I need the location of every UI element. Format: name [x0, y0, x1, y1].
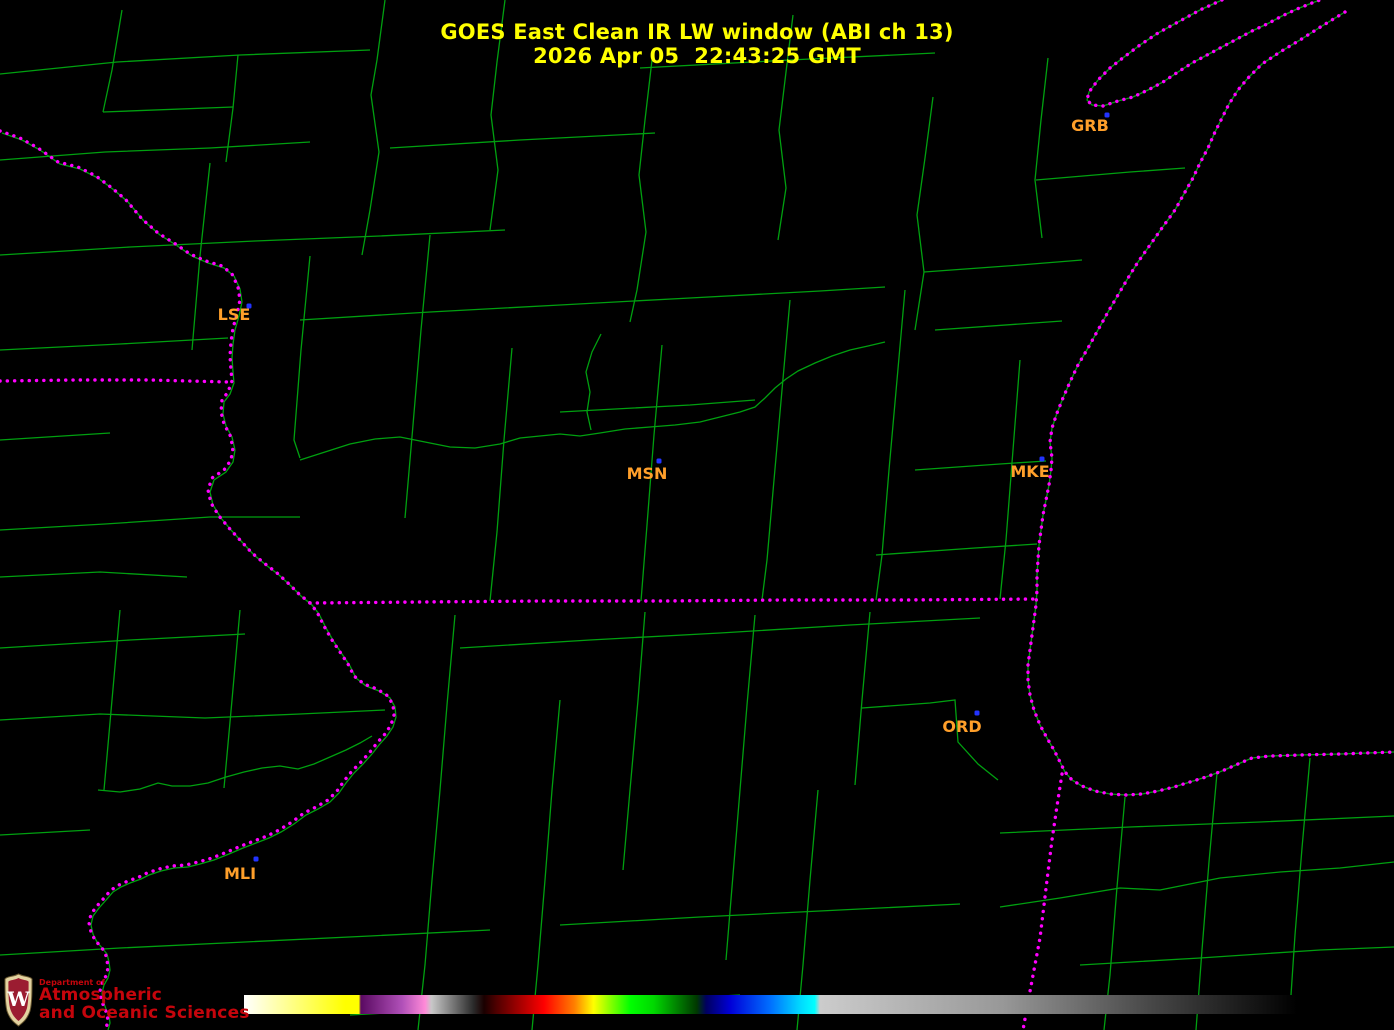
county-boundary-line [0, 829, 91, 836]
county-boundary-line [103, 609, 121, 791]
county-boundary-line [761, 299, 791, 601]
county-boundary-line [531, 699, 561, 1030]
mississippi-river [0, 129, 396, 1030]
county-boundary-line [1035, 167, 1186, 181]
wi-il-border [308, 597, 1039, 605]
station-dot-mli [253, 856, 259, 862]
county-boundary-line [0, 141, 311, 161]
station-dot-mke [1039, 456, 1045, 462]
county-boundary-line [97, 735, 373, 793]
county-boundary-line [0, 49, 371, 75]
mn-ia-border [0, 378, 230, 384]
station-label-lse: LSE [218, 305, 251, 324]
image-timestamp: 2026 Apr 05 22:43:25 GMT [533, 44, 861, 68]
county-boundary-line [622, 611, 646, 871]
county-boundary-line [0, 633, 246, 649]
station-label-mli: MLI [224, 864, 256, 883]
county-boundary-line [1034, 57, 1049, 239]
county-boundary-line [102, 106, 234, 113]
county-boundary-line [999, 815, 1394, 834]
uw-aos-logo: W Department of Atmospheric and Oceanic … [4, 973, 250, 1027]
station-dot-msn [656, 458, 662, 464]
county-boundary-line [585, 333, 602, 431]
svg-text:W: W [6, 987, 30, 1011]
county-boundary-line [923, 259, 1083, 273]
county-boundary-line [299, 286, 886, 321]
image-title: GOES East Clean IR LW window (ABI ch 13) [440, 20, 954, 44]
county-boundary-line [725, 614, 756, 961]
county-boundary-line [0, 929, 491, 956]
county-boundary-line [854, 611, 871, 786]
county-boundary-line [0, 709, 386, 721]
county-boundary-line [914, 96, 934, 331]
satellite-map: GRB LSE MSN MKE ORD MLI [0, 0, 1394, 1030]
county-boundary-line [559, 903, 961, 926]
county-boundary-line [1195, 772, 1218, 1030]
county-boundary-line [102, 9, 123, 113]
station-label-msn: MSN [627, 464, 668, 483]
county-boundary-line [875, 543, 1038, 556]
county-boundary-line [0, 337, 229, 351]
station-label-grb: GRB [1071, 116, 1109, 135]
il-in-border [1021, 772, 1064, 1030]
county-boundary-line [223, 609, 241, 789]
county-boundary-line [1289, 757, 1311, 1011]
county-boundary-line [629, 59, 653, 323]
county-boundary-line [796, 789, 819, 1030]
county-boundary-line [489, 347, 513, 602]
station-dot-ord [974, 710, 980, 716]
goes-satellite-viewer: GRB LSE MSN MKE ORD MLI GOES East Clean IR LW… [0, 0, 1394, 1030]
county-boundary-line [404, 234, 431, 519]
county-boundary-line [389, 132, 656, 149]
uw-crest-icon: W [4, 973, 33, 1027]
county-boundary-line [1079, 946, 1394, 966]
ir-temperature-colorbar [244, 995, 1297, 1014]
county-boundary-line [459, 617, 981, 649]
logo-line-2: and Oceanic Sciences [39, 1003, 250, 1024]
county-boundary-line [934, 320, 1063, 331]
station-label-ord: ORD [942, 717, 981, 736]
county-boundary-line [361, 0, 386, 256]
station-label-mke: MKE [1010, 462, 1049, 481]
county-boundary-line [999, 861, 1394, 908]
county-boundary-line [0, 432, 111, 441]
county-boundary-line [0, 571, 188, 578]
county-boundary-line [417, 614, 456, 1030]
county-boundary-line [0, 516, 300, 531]
county-boundary-line [293, 255, 311, 459]
county-boundary-line [299, 341, 886, 461]
